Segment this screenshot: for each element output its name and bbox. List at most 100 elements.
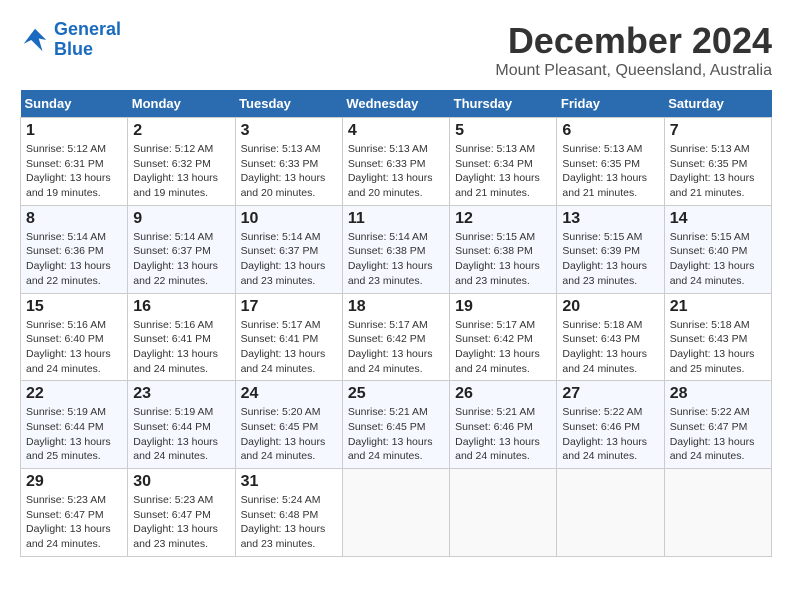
day-detail: Sunrise: 5:12 AMSunset: 6:31 PMDaylight:… <box>26 143 111 199</box>
calendar-cell: 13 Sunrise: 5:15 AMSunset: 6:39 PMDaylig… <box>557 205 664 293</box>
calendar-cell <box>557 469 664 557</box>
day-detail: Sunrise: 5:17 AMSunset: 6:42 PMDaylight:… <box>455 319 540 375</box>
calendar-cell: 15 Sunrise: 5:16 AMSunset: 6:40 PMDaylig… <box>21 293 128 381</box>
day-detail: Sunrise: 5:18 AMSunset: 6:43 PMDaylight:… <box>562 319 647 375</box>
calendar-cell: 4 Sunrise: 5:13 AMSunset: 6:33 PMDayligh… <box>342 118 449 206</box>
col-thursday: Thursday <box>450 90 557 118</box>
day-detail: Sunrise: 5:21 AMSunset: 6:45 PMDaylight:… <box>348 406 433 462</box>
title-section: December 2024 Mount Pleasant, Queensland… <box>495 20 772 80</box>
calendar-cell <box>664 469 771 557</box>
calendar-cell: 18 Sunrise: 5:17 AMSunset: 6:42 PMDaylig… <box>342 293 449 381</box>
calendar-week-4: 22 Sunrise: 5:19 AMSunset: 6:44 PMDaylig… <box>21 381 772 469</box>
day-detail: Sunrise: 5:20 AMSunset: 6:45 PMDaylight:… <box>241 406 326 462</box>
col-saturday: Saturday <box>664 90 771 118</box>
day-number: 5 <box>455 122 551 140</box>
day-number: 12 <box>455 210 551 228</box>
col-monday: Monday <box>128 90 235 118</box>
header-row: Sunday Monday Tuesday Wednesday Thursday… <box>21 90 772 118</box>
day-number: 26 <box>455 385 551 403</box>
calendar-cell: 11 Sunrise: 5:14 AMSunset: 6:38 PMDaylig… <box>342 205 449 293</box>
day-number: 30 <box>133 473 229 491</box>
day-number: 4 <box>348 122 444 140</box>
col-wednesday: Wednesday <box>342 90 449 118</box>
calendar-cell <box>342 469 449 557</box>
day-number: 16 <box>133 298 229 316</box>
day-number: 21 <box>670 298 766 316</box>
col-friday: Friday <box>557 90 664 118</box>
calendar-cell: 12 Sunrise: 5:15 AMSunset: 6:38 PMDaylig… <box>450 205 557 293</box>
calendar-cell: 19 Sunrise: 5:17 AMSunset: 6:42 PMDaylig… <box>450 293 557 381</box>
day-detail: Sunrise: 5:22 AMSunset: 6:47 PMDaylight:… <box>670 406 755 462</box>
calendar-cell: 10 Sunrise: 5:14 AMSunset: 6:37 PMDaylig… <box>235 205 342 293</box>
day-number: 11 <box>348 210 444 228</box>
day-number: 20 <box>562 298 658 316</box>
calendar-cell: 9 Sunrise: 5:14 AMSunset: 6:37 PMDayligh… <box>128 205 235 293</box>
col-sunday: Sunday <box>21 90 128 118</box>
day-number: 14 <box>670 210 766 228</box>
day-number: 28 <box>670 385 766 403</box>
day-number: 25 <box>348 385 444 403</box>
calendar-cell: 1 Sunrise: 5:12 AMSunset: 6:31 PMDayligh… <box>21 118 128 206</box>
day-number: 3 <box>241 122 337 140</box>
day-detail: Sunrise: 5:16 AMSunset: 6:41 PMDaylight:… <box>133 319 218 375</box>
calendar-cell: 29 Sunrise: 5:23 AMSunset: 6:47 PMDaylig… <box>21 469 128 557</box>
logo: General Blue <box>20 20 121 60</box>
calendar-week-2: 8 Sunrise: 5:14 AMSunset: 6:36 PMDayligh… <box>21 205 772 293</box>
calendar-week-3: 15 Sunrise: 5:16 AMSunset: 6:40 PMDaylig… <box>21 293 772 381</box>
calendar-cell: 5 Sunrise: 5:13 AMSunset: 6:34 PMDayligh… <box>450 118 557 206</box>
calendar-cell: 28 Sunrise: 5:22 AMSunset: 6:47 PMDaylig… <box>664 381 771 469</box>
day-number: 17 <box>241 298 337 316</box>
calendar-cell: 17 Sunrise: 5:17 AMSunset: 6:41 PMDaylig… <box>235 293 342 381</box>
logo-icon <box>20 25 50 55</box>
day-number: 13 <box>562 210 658 228</box>
calendar-cell: 24 Sunrise: 5:20 AMSunset: 6:45 PMDaylig… <box>235 381 342 469</box>
day-detail: Sunrise: 5:16 AMSunset: 6:40 PMDaylight:… <box>26 319 111 375</box>
day-detail: Sunrise: 5:15 AMSunset: 6:39 PMDaylight:… <box>562 231 647 287</box>
calendar-cell: 22 Sunrise: 5:19 AMSunset: 6:44 PMDaylig… <box>21 381 128 469</box>
day-number: 2 <box>133 122 229 140</box>
day-number: 23 <box>133 385 229 403</box>
calendar-cell: 23 Sunrise: 5:19 AMSunset: 6:44 PMDaylig… <box>128 381 235 469</box>
day-number: 15 <box>26 298 122 316</box>
day-detail: Sunrise: 5:14 AMSunset: 6:37 PMDaylight:… <box>133 231 218 287</box>
calendar-cell: 3 Sunrise: 5:13 AMSunset: 6:33 PMDayligh… <box>235 118 342 206</box>
day-number: 9 <box>133 210 229 228</box>
calendar-cell: 20 Sunrise: 5:18 AMSunset: 6:43 PMDaylig… <box>557 293 664 381</box>
page-header: General Blue December 2024 Mount Pleasan… <box>20 20 772 80</box>
day-detail: Sunrise: 5:15 AMSunset: 6:40 PMDaylight:… <box>670 231 755 287</box>
day-detail: Sunrise: 5:17 AMSunset: 6:41 PMDaylight:… <box>241 319 326 375</box>
calendar-cell: 25 Sunrise: 5:21 AMSunset: 6:45 PMDaylig… <box>342 381 449 469</box>
day-detail: Sunrise: 5:19 AMSunset: 6:44 PMDaylight:… <box>26 406 111 462</box>
logo-text: General Blue <box>54 20 121 60</box>
calendar-cell: 2 Sunrise: 5:12 AMSunset: 6:32 PMDayligh… <box>128 118 235 206</box>
day-detail: Sunrise: 5:24 AMSunset: 6:48 PMDaylight:… <box>241 494 326 550</box>
calendar-cell: 27 Sunrise: 5:22 AMSunset: 6:46 PMDaylig… <box>557 381 664 469</box>
day-number: 7 <box>670 122 766 140</box>
calendar-cell: 7 Sunrise: 5:13 AMSunset: 6:35 PMDayligh… <box>664 118 771 206</box>
day-detail: Sunrise: 5:13 AMSunset: 6:33 PMDaylight:… <box>348 143 433 199</box>
day-number: 22 <box>26 385 122 403</box>
month-title: December 2024 <box>495 20 772 62</box>
calendar-cell: 31 Sunrise: 5:24 AMSunset: 6:48 PMDaylig… <box>235 469 342 557</box>
calendar-table: Sunday Monday Tuesday Wednesday Thursday… <box>20 90 772 557</box>
day-number: 8 <box>26 210 122 228</box>
day-number: 10 <box>241 210 337 228</box>
day-detail: Sunrise: 5:17 AMSunset: 6:42 PMDaylight:… <box>348 319 433 375</box>
calendar-cell: 6 Sunrise: 5:13 AMSunset: 6:35 PMDayligh… <box>557 118 664 206</box>
logo-line2: Blue <box>54 39 93 59</box>
day-detail: Sunrise: 5:14 AMSunset: 6:36 PMDaylight:… <box>26 231 111 287</box>
day-detail: Sunrise: 5:19 AMSunset: 6:44 PMDaylight:… <box>133 406 218 462</box>
day-detail: Sunrise: 5:12 AMSunset: 6:32 PMDaylight:… <box>133 143 218 199</box>
day-number: 24 <box>241 385 337 403</box>
day-number: 27 <box>562 385 658 403</box>
calendar-cell: 8 Sunrise: 5:14 AMSunset: 6:36 PMDayligh… <box>21 205 128 293</box>
calendar-cell: 14 Sunrise: 5:15 AMSunset: 6:40 PMDaylig… <box>664 205 771 293</box>
day-detail: Sunrise: 5:14 AMSunset: 6:38 PMDaylight:… <box>348 231 433 287</box>
day-detail: Sunrise: 5:21 AMSunset: 6:46 PMDaylight:… <box>455 406 540 462</box>
day-detail: Sunrise: 5:23 AMSunset: 6:47 PMDaylight:… <box>133 494 218 550</box>
location-title: Mount Pleasant, Queensland, Australia <box>495 62 772 80</box>
calendar-cell <box>450 469 557 557</box>
day-number: 31 <box>241 473 337 491</box>
logo-line1: General <box>54 19 121 39</box>
day-detail: Sunrise: 5:23 AMSunset: 6:47 PMDaylight:… <box>26 494 111 550</box>
